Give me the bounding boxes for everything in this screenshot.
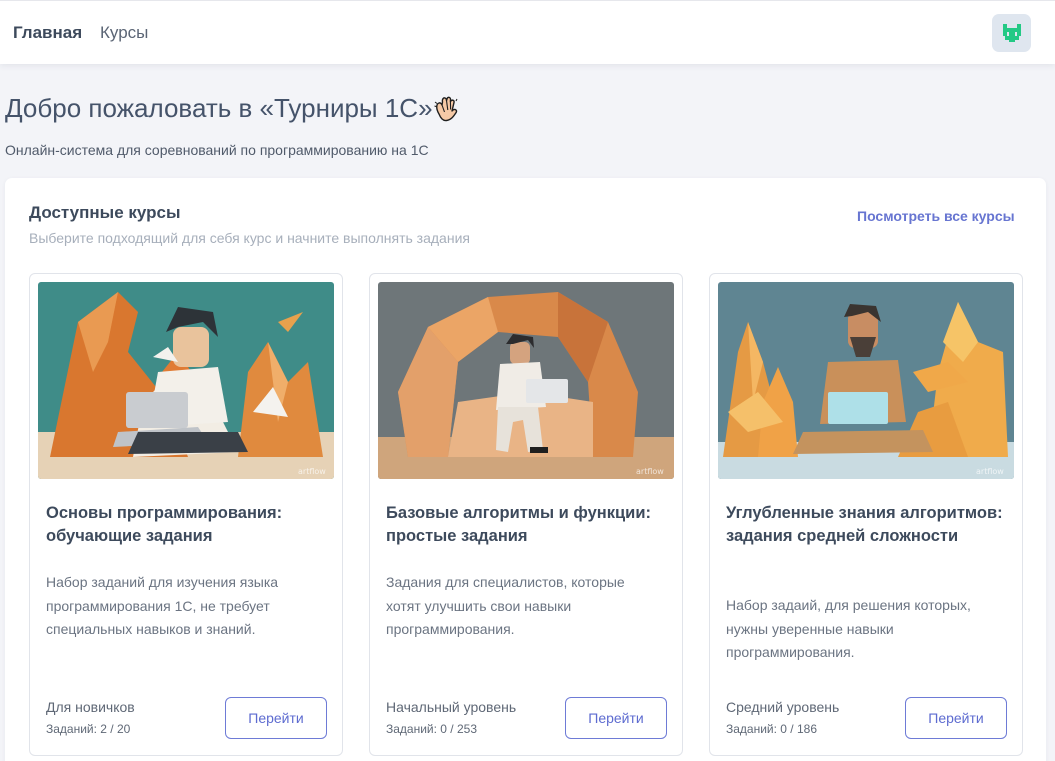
waving-hand-icon [434,96,458,122]
course-title: Основы программирования: обучающие задан… [46,504,283,545]
course-image: artflow [718,282,1014,479]
view-all-courses-link[interactable]: Посмотреть все курсы [857,208,1015,224]
watermark-text: artflow [636,467,664,476]
course-level: Для новичков [46,699,135,715]
nav-link-home[interactable]: Главная [13,23,82,43]
course-title: Углубленные знания алгоритмов: задания с… [726,504,1003,545]
page-title: Добро пожаловать в «Турниры 1С» [5,93,433,123]
course-level: Средний уровень [726,699,840,715]
course-description: Задания для специалистов, которые хотят … [386,574,625,637]
course-image: artflow [378,282,674,479]
course-task-count: Заданий: 0 / 253 [386,722,477,736]
section-title: Доступные курсы [29,203,181,222]
go-button[interactable]: Перейти [565,697,667,739]
course-image: artflow [38,282,334,479]
go-button[interactable]: Перейти [905,697,1007,739]
user-avatar[interactable] [992,14,1031,52]
nav-link-courses[interactable]: Курсы [100,23,148,43]
pixel-avatar-icon [1002,24,1021,42]
course-description: Набор задаий, для решения которых, нужны… [726,597,971,660]
watermark-text: artflow [298,467,326,476]
course-description: Набор заданий для изучения языка програм… [46,574,279,637]
course-card[interactable]: artflow Углубленные знания алгоритмов: з… [709,273,1023,756]
course-card[interactable]: artflow Основы программирования: обучающ… [29,273,343,756]
course-card[interactable]: artflow Базовые алгоритмы и функции: про… [369,273,683,756]
course-title: Базовые алгоритмы и функции: простые зад… [386,504,651,545]
course-level: Начальный уровень [386,699,517,715]
section-description: Выберите подходящий для себя курс и начн… [29,230,470,246]
top-navbar: Главная Курсы [0,0,1055,64]
go-button[interactable]: Перейти [225,697,327,739]
course-task-count: Заданий: 2 / 20 [46,722,131,736]
course-task-count: Заданий: 0 / 186 [726,722,817,736]
watermark-text: artflow [976,467,1004,476]
page-subtitle: Онлайн-система для соревнований по прогр… [5,142,429,158]
